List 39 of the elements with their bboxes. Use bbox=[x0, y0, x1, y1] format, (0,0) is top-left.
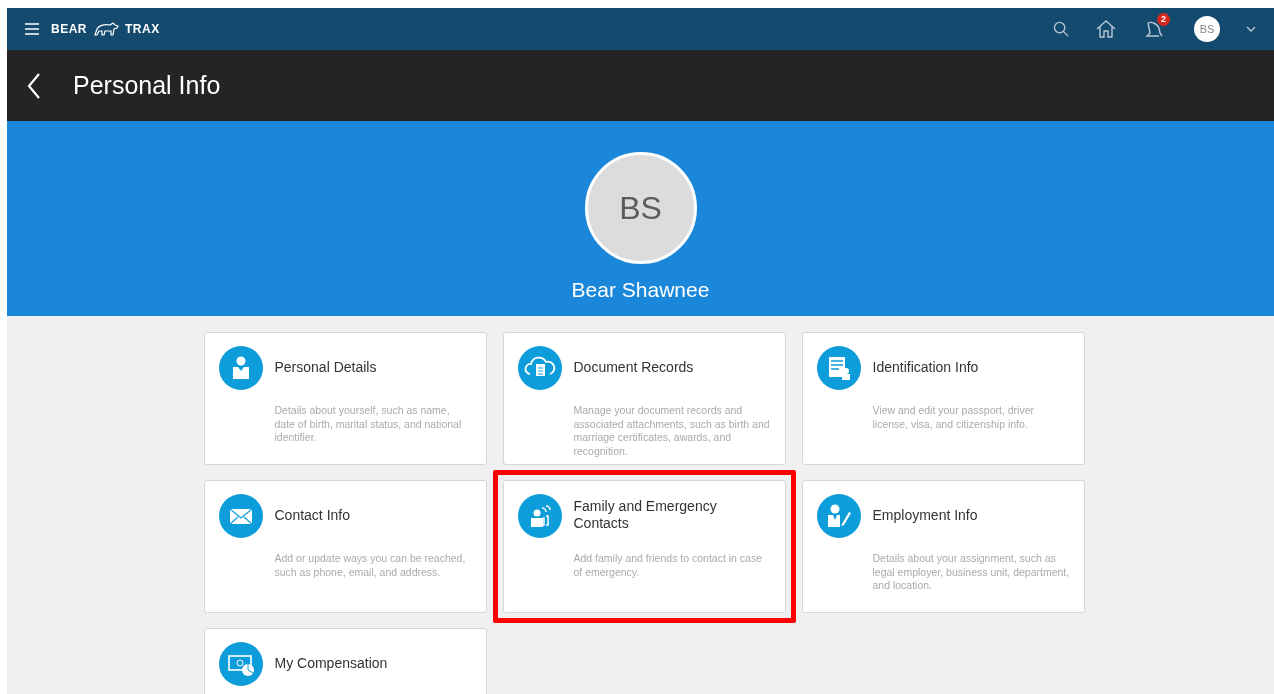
person-pen-icon bbox=[816, 494, 861, 538]
envelope-icon bbox=[218, 494, 263, 538]
info-card[interactable]: Identification Info View and edit your passport, driver license, visa, and citizenship info. bbox=[801, 332, 1085, 465]
card-description: Manage your document records and associated attachments, such as birth and marriage certificates, awards, and recognition. bbox=[573, 404, 771, 458]
info-card[interactable]: Document Records Manage your document records and associated attachments, such as birth and marriage certificates, awards, and recognition. bbox=[502, 332, 786, 465]
card-description: Add family and friends to contact in case of emergency. bbox=[573, 552, 764, 579]
card-description: Add or update ways you can be reached, such as phone, email, and address. bbox=[274, 552, 467, 579]
card-title: My Compensation bbox=[274, 655, 388, 672]
card-title: Employment Info bbox=[872, 507, 978, 524]
chevron-down-icon[interactable] bbox=[1246, 26, 1256, 32]
profile-avatar: BS bbox=[584, 152, 697, 264]
card-description: Details about yourself, such as name, date of birth, marital status, and national identifier. bbox=[274, 404, 463, 445]
bear-icon bbox=[93, 22, 119, 36]
money-chart-icon bbox=[218, 642, 263, 686]
info-card[interactable]: Family and Emergency Contacts Add family and friends to contact in case of emergency. bbox=[502, 480, 786, 613]
home-icon[interactable] bbox=[1096, 20, 1116, 38]
logo-text: BEAR bbox=[51, 22, 87, 36]
card-title: Identification Info bbox=[872, 359, 979, 376]
card-title: Contact Info bbox=[274, 507, 350, 524]
page-title: Personal Info bbox=[73, 71, 221, 100]
user-avatar[interactable]: BS bbox=[1194, 16, 1220, 42]
menu-icon[interactable] bbox=[25, 23, 39, 35]
notification-badge: 2 bbox=[1157, 13, 1170, 26]
cloud-document-icon bbox=[517, 346, 562, 390]
logo-text: TRAX bbox=[125, 22, 160, 36]
info-card[interactable]: Employment Info Details about your assignment, such as legal employer, business unit, department, and location. bbox=[801, 480, 1085, 613]
info-card[interactable]: My Compensation bbox=[203, 628, 487, 694]
info-card[interactable]: Contact Info Add or update ways you can be reached, such as phone, email, and address. bbox=[203, 480, 487, 613]
search-icon[interactable] bbox=[1053, 20, 1070, 38]
document-person-icon bbox=[816, 346, 861, 390]
card-description: View and edit your passport, driver license, visa, and citizenship info. bbox=[872, 404, 1035, 431]
card-title: Document Records bbox=[573, 359, 694, 376]
card-description: Details about your assignment, such as legal employer, business unit, department, and location. bbox=[872, 552, 1070, 593]
card-title: Family and Emergency Contacts bbox=[573, 498, 718, 532]
profile-name: Bear Shawnee bbox=[571, 278, 710, 302]
back-icon[interactable] bbox=[27, 72, 41, 99]
card-title: Personal Details bbox=[274, 359, 377, 376]
person-icon bbox=[218, 346, 263, 390]
info-card[interactable]: Personal Details Details about yourself, such as name, date of birth, marital status, and national identifier. bbox=[203, 332, 487, 465]
